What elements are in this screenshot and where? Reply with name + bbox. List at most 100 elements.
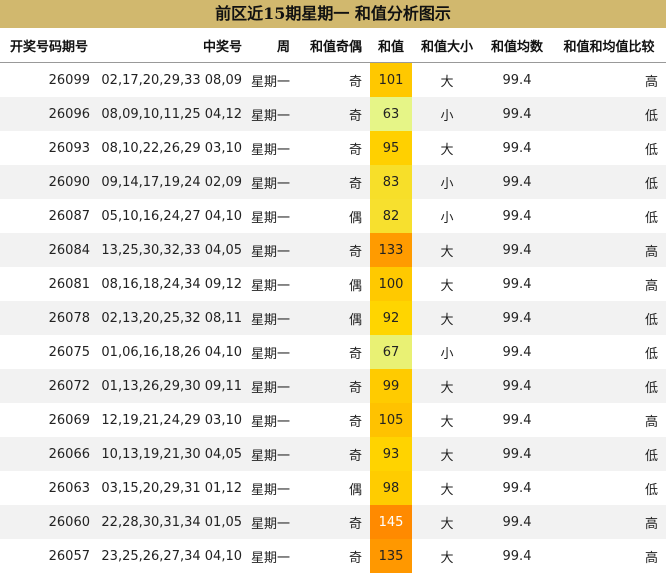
parity-cell: 奇 bbox=[298, 62, 370, 97]
numbers-cell: 08,16,18,24,34 09,12 bbox=[98, 267, 246, 301]
parity-cell: 奇 bbox=[298, 233, 370, 267]
size-cell: 小 bbox=[412, 97, 482, 131]
sum-cell: 145 bbox=[370, 505, 412, 539]
issue-cell: 26099 bbox=[0, 62, 98, 97]
avg-cell: 99.4 bbox=[482, 233, 552, 267]
avg-cell: 99.4 bbox=[482, 369, 552, 403]
week-cell: 星期一 bbox=[246, 369, 298, 403]
issue-cell: 26063 bbox=[0, 471, 98, 505]
numbers-cell: 02,13,20,25,32 08,11 bbox=[98, 301, 246, 335]
size-cell: 大 bbox=[412, 437, 482, 471]
parity-cell: 偶 bbox=[298, 199, 370, 233]
week-cell: 星期一 bbox=[246, 437, 298, 471]
parity-cell: 奇 bbox=[298, 131, 370, 165]
size-cell: 大 bbox=[412, 505, 482, 539]
table-row: 26066 10,13,19,21,30 04,05 星期一奇 93 大 99.4 低 bbox=[0, 437, 666, 471]
numbers-cell: 10,13,19,21,30 04,05 bbox=[98, 437, 246, 471]
sum-cell: 67 bbox=[370, 335, 412, 369]
table-row: 26069 12,19,21,24,29 03,10 星期一奇 105 大 99.4 高 bbox=[0, 403, 666, 437]
sum-cell: 93 bbox=[370, 437, 412, 471]
issue-cell: 26069 bbox=[0, 403, 98, 437]
size-cell: 大 bbox=[412, 233, 482, 267]
issue-cell: 26057 bbox=[0, 539, 98, 573]
sum-cell: 82 bbox=[370, 199, 412, 233]
numbers-cell: 09,14,17,19,24 02,09 bbox=[98, 165, 246, 199]
table-row: 26060 22,28,30,31,34 01,05 星期一奇 145 大 99.4 高 bbox=[0, 505, 666, 539]
numbers-cell: 13,25,30,32,33 04,05 bbox=[98, 233, 246, 267]
parity-cell: 奇 bbox=[298, 505, 370, 539]
table-row: 26075 01,06,16,18,26 04,10 星期一奇 67 小 99.4 低 bbox=[0, 335, 666, 369]
parity-cell: 奇 bbox=[298, 97, 370, 131]
week-cell: 星期一 bbox=[246, 131, 298, 165]
parity-cell: 奇 bbox=[298, 369, 370, 403]
compare-cell: 高 bbox=[552, 539, 666, 573]
header-compare: 和值和均值比较 bbox=[552, 28, 666, 63]
avg-cell: 99.4 bbox=[482, 62, 552, 97]
avg-cell: 99.4 bbox=[482, 505, 552, 539]
avg-cell: 99.4 bbox=[482, 199, 552, 233]
compare-cell: 高 bbox=[552, 505, 666, 539]
sum-cell: 101 bbox=[370, 62, 412, 97]
avg-cell: 99.4 bbox=[482, 335, 552, 369]
compare-cell: 低 bbox=[552, 165, 666, 199]
parity-cell: 偶 bbox=[298, 267, 370, 301]
week-cell: 星期一 bbox=[246, 199, 298, 233]
parity-cell: 偶 bbox=[298, 301, 370, 335]
size-cell: 大 bbox=[412, 471, 482, 505]
week-cell: 星期一 bbox=[246, 267, 298, 301]
numbers-cell: 08,09,10,11,25 04,12 bbox=[98, 97, 246, 131]
week-cell: 星期一 bbox=[246, 505, 298, 539]
header-numbers: 中奖号 bbox=[98, 28, 246, 63]
table-row: 26093 08,10,22,26,29 03,10 星期一奇 95 大 99.4 低 bbox=[0, 131, 666, 165]
numbers-cell: 01,06,16,18,26 04,10 bbox=[98, 335, 246, 369]
parity-cell: 奇 bbox=[298, 335, 370, 369]
table-row: 26084 13,25,30,32,33 04,05 星期一奇 133 大 99.4 高 bbox=[0, 233, 666, 267]
chart-title: 前区近15期星期一 和值分析图示 bbox=[0, 0, 666, 28]
avg-cell: 99.4 bbox=[482, 131, 552, 165]
header-sum: 和值 bbox=[370, 28, 412, 63]
header-issue: 开奖号码期号 bbox=[0, 28, 98, 63]
table-row: 26078 02,13,20,25,32 08,11 星期一偶 92 大 99.4 低 bbox=[0, 301, 666, 335]
avg-cell: 99.4 bbox=[482, 301, 552, 335]
parity-cell: 奇 bbox=[298, 437, 370, 471]
avg-cell: 99.4 bbox=[482, 437, 552, 471]
week-cell: 星期一 bbox=[246, 97, 298, 131]
table-row: 26087 05,10,16,24,27 04,10 星期一偶 82 小 99.4 低 bbox=[0, 199, 666, 233]
numbers-cell: 02,17,20,29,33 08,09 bbox=[98, 62, 246, 97]
size-cell: 小 bbox=[412, 165, 482, 199]
issue-cell: 26072 bbox=[0, 369, 98, 403]
parity-cell: 偶 bbox=[298, 471, 370, 505]
compare-cell: 高 bbox=[552, 62, 666, 97]
sum-cell: 105 bbox=[370, 403, 412, 437]
week-cell: 星期一 bbox=[246, 165, 298, 199]
avg-cell: 99.4 bbox=[482, 165, 552, 199]
table-row: 26096 08,09,10,11,25 04,12 星期一奇 63 小 99.4 低 bbox=[0, 97, 666, 131]
compare-cell: 低 bbox=[552, 97, 666, 131]
size-cell: 大 bbox=[412, 403, 482, 437]
issue-cell: 26093 bbox=[0, 131, 98, 165]
header-week: 周 bbox=[246, 28, 298, 63]
size-cell: 大 bbox=[412, 267, 482, 301]
avg-cell: 99.4 bbox=[482, 403, 552, 437]
table-row: 26063 03,15,20,29,31 01,12 星期一偶 98 大 99.4 低 bbox=[0, 471, 666, 505]
compare-cell: 高 bbox=[552, 233, 666, 267]
issue-cell: 26075 bbox=[0, 335, 98, 369]
size-cell: 大 bbox=[412, 131, 482, 165]
size-cell: 大 bbox=[412, 539, 482, 573]
issue-cell: 26060 bbox=[0, 505, 98, 539]
numbers-cell: 03,15,20,29,31 01,12 bbox=[98, 471, 246, 505]
table-row: 26072 01,13,26,29,30 09,11 星期一奇 99 大 99.4 低 bbox=[0, 369, 666, 403]
compare-cell: 高 bbox=[552, 267, 666, 301]
compare-cell: 低 bbox=[552, 131, 666, 165]
sum-cell: 95 bbox=[370, 131, 412, 165]
parity-cell: 奇 bbox=[298, 165, 370, 199]
size-cell: 小 bbox=[412, 335, 482, 369]
table-row: 26081 08,16,18,24,34 09,12 星期一偶 100 大 99.4 高 bbox=[0, 267, 666, 301]
sum-cell: 135 bbox=[370, 539, 412, 573]
issue-cell: 26081 bbox=[0, 267, 98, 301]
table-row: 26057 23,25,26,27,34 04,10 星期一奇 135 大 99.4 高 bbox=[0, 539, 666, 573]
compare-cell: 低 bbox=[552, 335, 666, 369]
table-row: 26090 09,14,17,19,24 02,09 星期一奇 83 小 99.4 低 bbox=[0, 165, 666, 199]
sum-cell: 99 bbox=[370, 369, 412, 403]
header-row: 开奖号码期号 中奖号 周 和值奇偶 和值 和值大小 和值均数 和值和均值比较 bbox=[0, 28, 666, 63]
